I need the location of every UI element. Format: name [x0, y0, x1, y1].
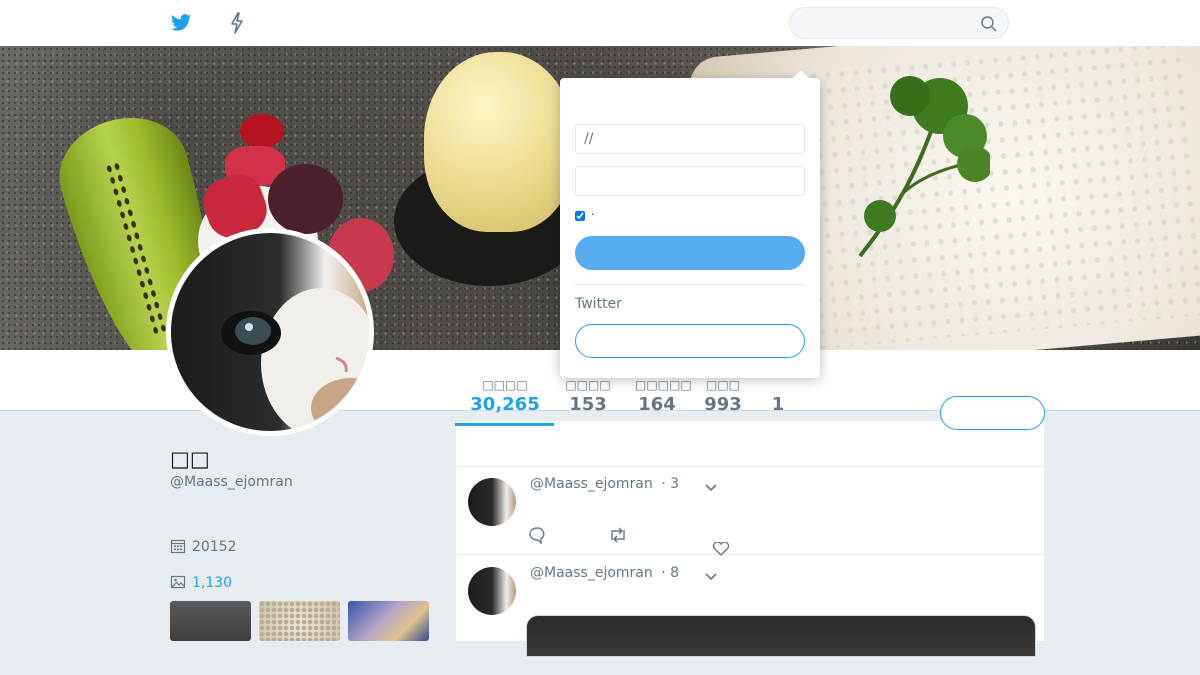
search-icon[interactable]	[980, 15, 998, 33]
new-to-twitter-text: Twitter	[575, 296, 622, 312]
retweet-icon[interactable]	[608, 526, 628, 544]
stat-value: 1	[771, 394, 785, 415]
image-icon	[170, 575, 186, 589]
cover-parsley	[858, 76, 990, 258]
tweet-time[interactable]: · 8	[661, 565, 679, 581]
twitter-bird-icon[interactable]	[170, 12, 192, 34]
profile-handle[interactable]: @Maass_ejomran	[170, 474, 293, 490]
chevron-down-icon[interactable]	[704, 480, 718, 494]
follow-button[interactable]	[940, 396, 1045, 430]
stat-label: □□□□	[482, 378, 528, 392]
search-box[interactable]	[789, 7, 1009, 39]
tweet-avatar[interactable]	[468, 478, 516, 526]
profile-name: □□	[170, 447, 210, 471]
cat-face	[221, 288, 369, 431]
password-field[interactable]	[575, 166, 805, 196]
tweet-meta: @Maass_ejomran · 3	[530, 476, 679, 492]
tweet-item[interactable]: @Maass_ejomran · 8	[456, 555, 1044, 675]
stat-tweets[interactable]: □□□□ 30,265	[470, 378, 540, 415]
remember-me-checkbox[interactable]	[575, 211, 585, 221]
divider	[575, 284, 805, 285]
tweet-timeline: @Maass_ejomran · 3 @Maass_ejomran · 8	[456, 421, 1044, 657]
media-thumbnail[interactable]	[259, 601, 340, 641]
tweet-item[interactable]: @Maass_ejomran · 3	[456, 466, 1044, 556]
stat-label: □□□	[705, 378, 740, 392]
search-input[interactable]	[802, 14, 976, 34]
photos-videos-link[interactable]: 1,130	[170, 574, 232, 591]
stat-value: 153	[569, 394, 607, 415]
top-navigation-bar	[0, 0, 1200, 47]
join-date-text: 20152	[192, 539, 237, 555]
tweet-handle[interactable]: @Maass_ejomran	[530, 565, 653, 581]
cover-berry	[268, 164, 343, 234]
reply-icon[interactable]	[528, 526, 546, 544]
dropdown-caret	[793, 70, 809, 78]
cover-ice-cream	[424, 52, 574, 232]
signup-button[interactable]	[575, 324, 805, 358]
chevron-down-icon[interactable]	[704, 569, 718, 583]
login-button[interactable]	[575, 236, 805, 270]
tweet-avatar[interactable]	[468, 567, 516, 615]
username-field[interactable]	[575, 124, 805, 154]
media-thumbnail[interactable]	[348, 601, 429, 641]
join-date: 20152	[170, 538, 237, 555]
moments-bolt-icon[interactable]	[229, 12, 245, 34]
cover-berry	[240, 114, 284, 148]
active-tab-indicator	[455, 423, 554, 426]
media-count[interactable]: 1,130	[192, 575, 232, 591]
profile-avatar[interactable]	[166, 228, 374, 436]
remember-me-label: ·	[591, 208, 595, 221]
tweet-media-image[interactable]	[526, 615, 1036, 657]
stat-label: □□□□□	[635, 378, 692, 392]
stat-following[interactable]: □□□□ 153	[565, 378, 611, 415]
heart-icon[interactable]	[712, 542, 730, 556]
stat-followers[interactable]: □□□□□ 164	[635, 378, 692, 415]
stat-likes[interactable]: □□□ 993	[702, 378, 744, 415]
avatar-photo	[171, 233, 369, 431]
stat-lists[interactable]: 1	[768, 386, 788, 415]
stat-value: 30,265	[470, 394, 540, 415]
stat-label	[768, 386, 788, 394]
media-thumbnail[interactable]	[170, 601, 251, 641]
login-dropdown: · Twitter	[560, 70, 820, 378]
stat-value: 993	[704, 394, 742, 415]
calendar-icon	[170, 539, 186, 554]
tweet-time[interactable]: · 3	[661, 476, 679, 492]
stat-value: 164	[638, 394, 676, 415]
stat-label: □□□□	[565, 378, 611, 392]
tweet-meta: @Maass_ejomran · 8	[530, 565, 679, 581]
tweet-handle[interactable]: @Maass_ejomran	[530, 476, 653, 492]
